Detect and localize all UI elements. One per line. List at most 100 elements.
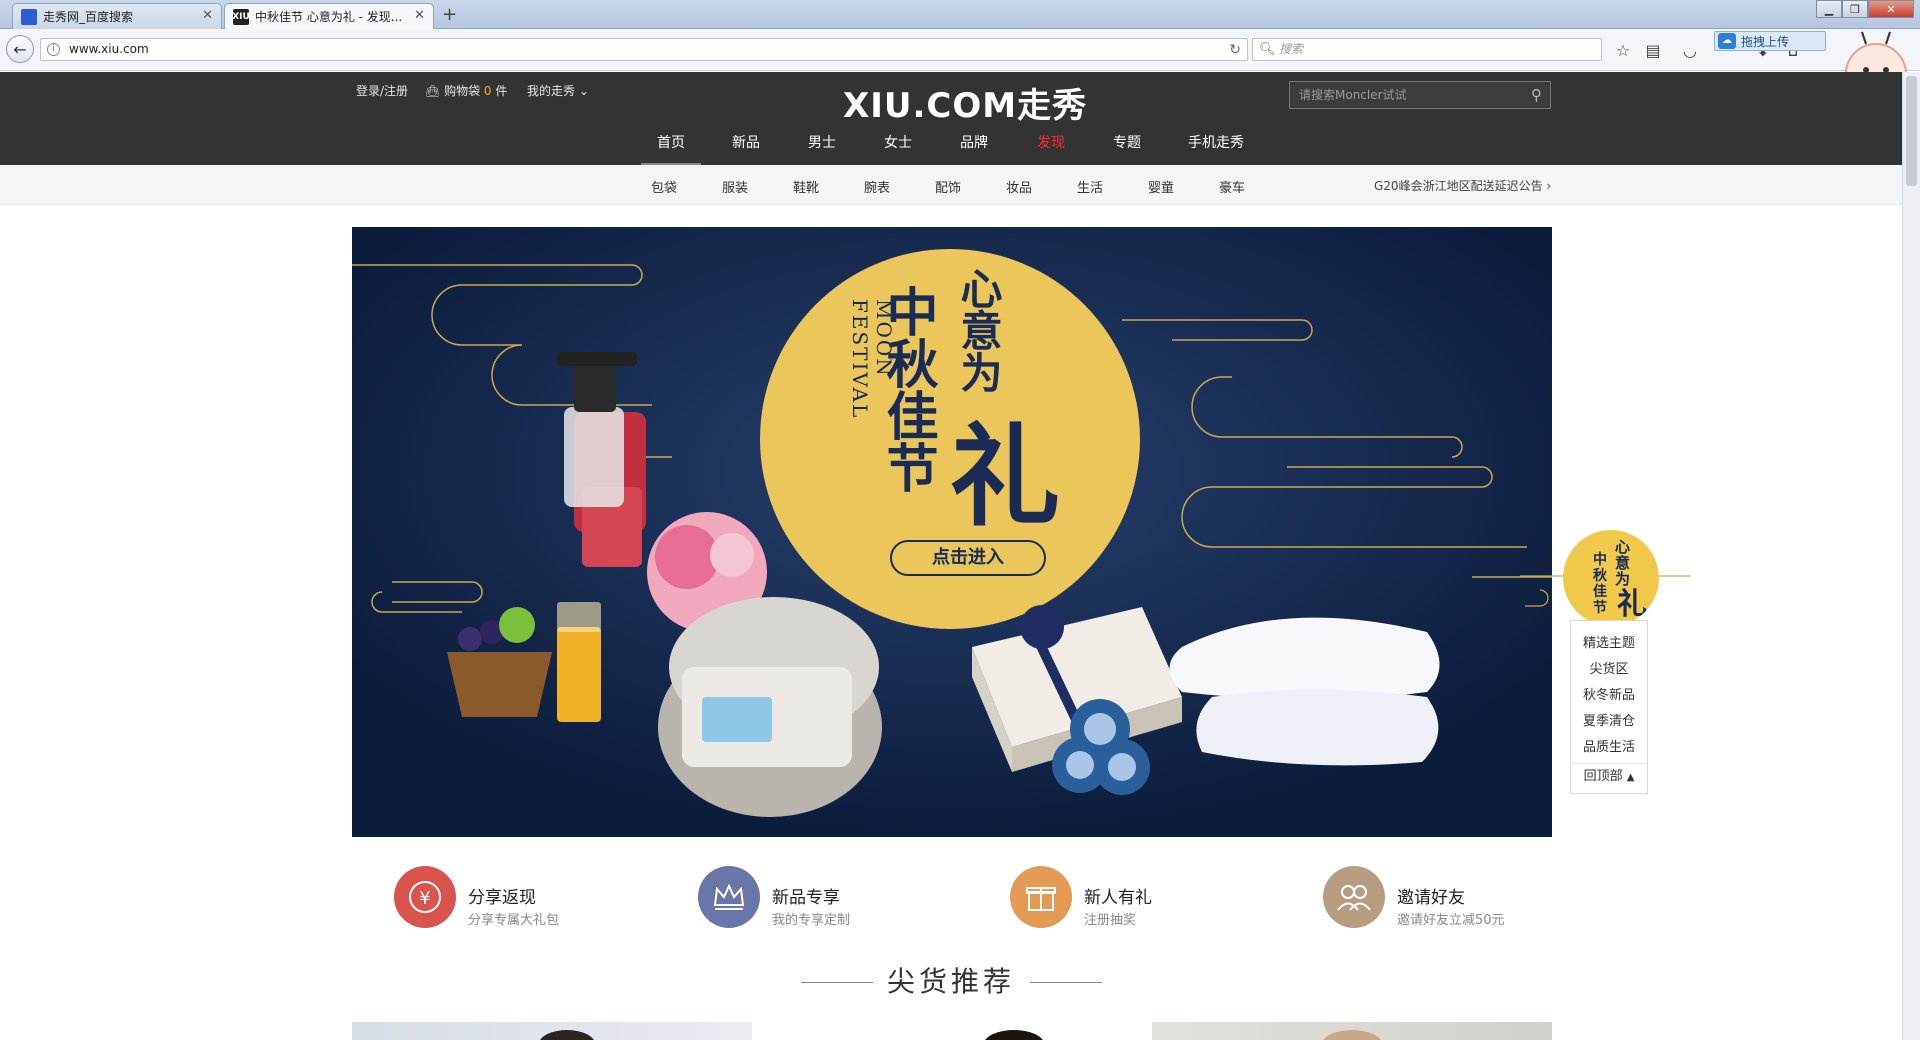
nav-mobile[interactable]: 手机走秀 xyxy=(1176,128,1256,165)
nav-men[interactable]: 男士 xyxy=(792,128,852,165)
nav-women[interactable]: 女士 xyxy=(868,128,928,165)
rice-cooker-product xyxy=(658,597,882,817)
back-to-top-button[interactable]: 回顶部 ▲ xyxy=(1571,763,1647,789)
reading-list-icon[interactable]: ▤ xyxy=(1642,39,1664,61)
nav-brands[interactable]: 品牌 xyxy=(944,128,1004,165)
section-header-featured: 尖货推荐 xyxy=(0,960,1902,1000)
browser-tab-baidu[interactable]: 🐾 走秀网_百度搜索 ✕ xyxy=(12,3,222,29)
category-watches[interactable]: 腕表 xyxy=(864,177,890,196)
category-cosmetics[interactable]: 妆品 xyxy=(1006,177,1032,196)
category-bags[interactable]: 包袋 xyxy=(651,177,677,196)
my-account-link[interactable]: 我的走秀 ⌄ xyxy=(527,82,589,99)
crown-icon xyxy=(698,866,760,928)
address-bar[interactable]: i www.xiu.com ↻ xyxy=(40,38,1248,61)
back-to-top-label: 回顶部 xyxy=(1583,769,1623,784)
cloud-upload-icon: ☁ xyxy=(1718,33,1736,49)
feature-title: 新品专享 xyxy=(772,888,840,908)
shopping-bag-icon: 👜︎ xyxy=(425,84,441,98)
banner-title-heart: 心意为 xyxy=(954,267,1003,393)
back-button[interactable]: ← xyxy=(6,35,34,63)
nav-topics[interactable]: 专题 xyxy=(1097,128,1157,165)
search-icon: 🔍︎ xyxy=(1259,42,1276,57)
category-life[interactable]: 生活 xyxy=(1077,177,1103,196)
close-icon[interactable]: ✕ xyxy=(1868,0,1914,18)
baidu-paw-icon: 🐾 xyxy=(21,8,37,25)
feature-subtitle: 分享专属大礼包 xyxy=(468,913,560,928)
hero-banner[interactable]: 中秋佳节 心意为 礼 MOON FESTIVAL 点击进入 xyxy=(352,227,1552,837)
triangle-up-icon: ▲ xyxy=(1626,772,1635,783)
svg-text:节: 节 xyxy=(1593,599,1607,616)
svg-text:中: 中 xyxy=(1593,551,1607,568)
category-baby[interactable]: 婴童 xyxy=(1148,177,1174,196)
page-scrollbar[interactable] xyxy=(1902,72,1920,1040)
xiu-icon: XIU xyxy=(232,8,250,25)
search-icon[interactable]: ⚲ xyxy=(1531,82,1542,108)
arrow-left-icon: ← xyxy=(13,39,27,59)
banner-title-gift: 礼 xyxy=(950,412,1060,541)
category-luxury-cars[interactable]: 豪车 xyxy=(1219,177,1245,196)
feature-subtitle: 我的专享定制 xyxy=(772,913,851,928)
svg-text:为: 为 xyxy=(1615,570,1630,588)
side-item-quality-life[interactable]: 品质生活 xyxy=(1571,735,1647,761)
product-image xyxy=(540,1030,594,1040)
side-item-hot-goods[interactable]: 尖货区 xyxy=(1571,657,1647,683)
divider-left xyxy=(801,982,873,983)
feature-subtitle: 邀请好友立减50元 xyxy=(1397,913,1505,928)
notice-link[interactable]: G20峰会浙江地区配送延迟公告 › xyxy=(1374,177,1551,194)
nav-home[interactable]: 首页 xyxy=(641,128,701,165)
svg-text:秋: 秋 xyxy=(1593,567,1608,584)
xiu-logo[interactable]: XIU.COM走秀 xyxy=(843,78,1087,127)
main-nav: 首页 新品 男士 女士 品牌 发现 专题 手机走秀 xyxy=(0,128,1902,165)
close-tab-icon[interactable]: ✕ xyxy=(202,8,213,23)
banner-subtitle: MOON FESTIVAL xyxy=(848,299,896,420)
feature-subtitle: 注册抽奖 xyxy=(1084,913,1137,928)
reload-icon[interactable]: ↻ xyxy=(1229,40,1241,61)
url-text: www.xiu.com xyxy=(69,42,149,56)
browser-search-placeholder: 搜索 xyxy=(1279,42,1304,56)
product-image xyxy=(985,1030,1043,1040)
pocket-icon[interactable]: ◡ xyxy=(1679,39,1701,61)
gift-icon xyxy=(1010,866,1072,928)
nav-new[interactable]: 新品 xyxy=(716,128,776,165)
badge-artwork: 心 意 为 礼 中 秋 佳 节 xyxy=(1593,538,1647,622)
side-item-autumn-new[interactable]: 秋冬新品 xyxy=(1571,683,1647,709)
banner-enter-button[interactable]: 点击进入 xyxy=(891,541,1045,575)
minimize-icon[interactable]: ▁ xyxy=(1816,0,1842,18)
browser-search-input[interactable]: 🔍︎ 搜索 xyxy=(1252,38,1602,61)
svg-text:佳: 佳 xyxy=(1593,583,1607,600)
bookmark-star-icon[interactable]: ☆ xyxy=(1612,39,1634,61)
category-accessories[interactable]: 配饰 xyxy=(935,177,961,196)
my-account-label: 我的走秀 xyxy=(527,84,576,98)
side-item-summer-clearance[interactable]: 夏季清仓 xyxy=(1571,709,1647,735)
new-tab-button[interactable]: + xyxy=(442,4,457,25)
side-item-featured-topics[interactable]: 精选主题 xyxy=(1571,631,1647,657)
category-nav: 包袋 服装 鞋靴 腕表 配饰 妆品 生活 婴童 豪车 G20峰会浙江地区配送延迟… xyxy=(0,165,1902,205)
site-search-placeholder: 请搜索Moncler试试 xyxy=(1299,88,1407,102)
category-shoes[interactable]: 鞋靴 xyxy=(793,177,819,196)
product-card[interactable] xyxy=(352,1022,752,1040)
product-card[interactable] xyxy=(752,1022,1152,1040)
maximize-icon[interactable]: ❐ xyxy=(1842,0,1868,18)
juice-glass-product xyxy=(557,602,601,722)
side-promo-badge[interactable]: 心 意 为 礼 中 秋 佳 节 xyxy=(1563,530,1659,626)
feature-title: 分享返现 xyxy=(468,888,536,908)
cart-unit: 件 xyxy=(495,84,508,98)
product-card[interactable] xyxy=(1152,1022,1552,1040)
info-icon[interactable]: i xyxy=(47,43,60,56)
scrollbar-thumb[interactable] xyxy=(1906,76,1917,186)
browser-tab-xiu[interactable]: XIU 中秋佳节 心意为礼 - 发现... ✕ xyxy=(224,3,434,29)
site-search-input[interactable]: 请搜索Moncler试试 ⚲ xyxy=(1289,81,1551,109)
close-tab-icon[interactable]: ✕ xyxy=(414,8,425,23)
browser-nav-bar: ← i www.xiu.com ↻ 🔍︎ 搜索 ☆ ▤ ◡ ⬇ ⌂ xyxy=(0,29,1920,71)
shopping-bag-link[interactable]: 👜︎ 购物袋 0 件 xyxy=(425,82,507,99)
divider-right xyxy=(1030,982,1102,983)
category-clothing[interactable]: 服装 xyxy=(722,177,748,196)
friends-icon xyxy=(1323,866,1385,928)
login-register-link[interactable]: 登录/注册 xyxy=(356,82,408,99)
tab-title: 走秀网_百度搜索 xyxy=(43,10,134,24)
chevron-right-icon: › xyxy=(1546,179,1552,193)
browser-tab-bar: 🐾 走秀网_百度搜索 ✕ XIU 中秋佳节 心意为礼 - 发现... ✕ + ▁… xyxy=(0,0,1920,29)
nav-discover[interactable]: 发现 xyxy=(1021,128,1081,165)
cart-count: 0 xyxy=(483,84,492,98)
upload-label: 拖拽上传 xyxy=(1741,34,1790,49)
